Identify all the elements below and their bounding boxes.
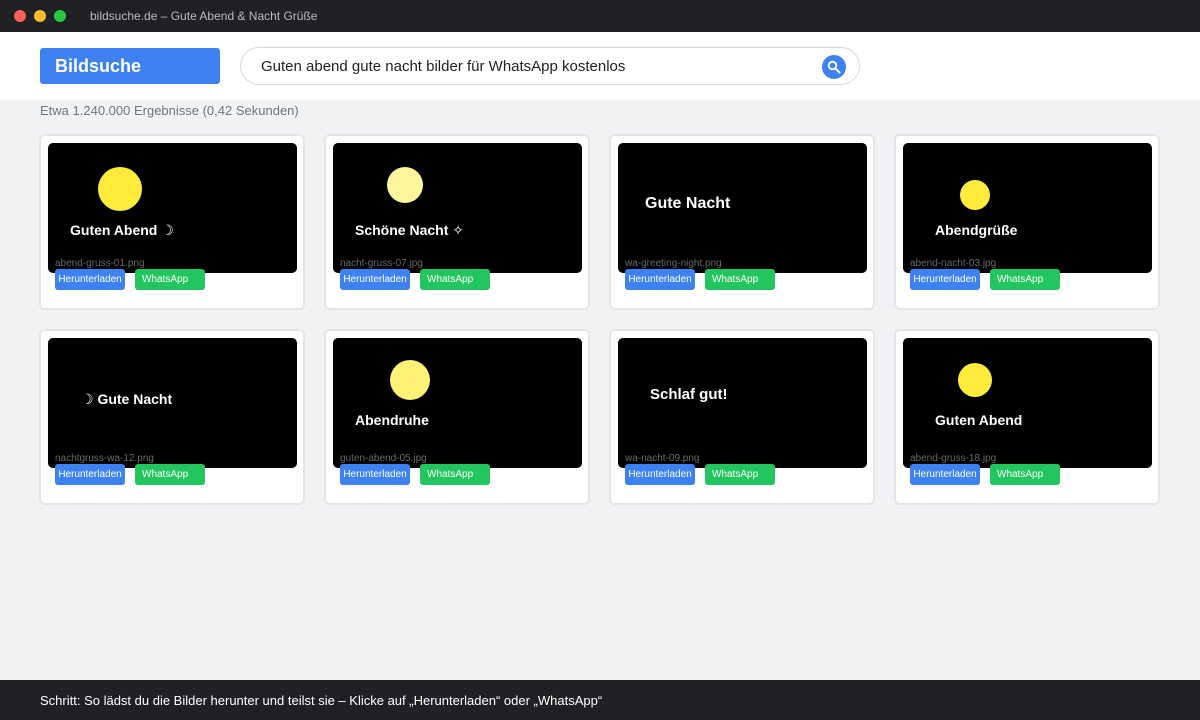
result-card: Abendgrüße abend-nacht-03.jpg Herunterla… — [894, 134, 1160, 310]
result-card: Gute Nacht wa-greeting-night.png Herunte… — [609, 134, 875, 310]
whatsapp-button[interactable]: WhatsApp — [990, 464, 1060, 485]
image-caption: Abendruhe — [355, 412, 429, 428]
window-title: bildsuche.de – Gute Abend & Nacht Grüße — [90, 9, 318, 23]
result-image[interactable]: Guten Abend ☽ abend-gruss-01.png — [48, 143, 297, 273]
whatsapp-button[interactable]: WhatsApp — [420, 464, 490, 485]
window-titlebar: bildsuche.de – Gute Abend & Nacht Grüße — [0, 0, 1200, 32]
result-card: ☽ Gute Nacht nachtgruss-wa-12.png Herunt… — [39, 329, 305, 505]
download-button[interactable]: Herunterladen — [340, 464, 410, 485]
result-image[interactable]: Guten Abend abend-gruss-18.jpg — [903, 338, 1152, 468]
whatsapp-button[interactable]: WhatsApp — [705, 464, 775, 485]
whatsapp-button[interactable]: WhatsApp — [135, 269, 205, 290]
result-image[interactable]: Schlaf gut! wa-nacht-09.png — [618, 338, 867, 468]
result-image[interactable]: Abendgrüße abend-nacht-03.jpg — [903, 143, 1152, 273]
moon-circle — [960, 180, 990, 210]
search-icon — [827, 60, 841, 74]
search-box[interactable]: Guten abend gute nacht bilder für WhatsA… — [240, 47, 860, 85]
result-image[interactable]: Abendruhe guten-abend-05.jpg — [333, 338, 582, 468]
whatsapp-button[interactable]: WhatsApp — [705, 269, 775, 290]
result-card: Schöne Nacht ✧ nacht-gruss-07.jpg Herunt… — [324, 134, 590, 310]
image-filename: nachtgruss-wa-12.png — [55, 453, 154, 464]
download-button[interactable]: Herunterladen — [340, 269, 410, 290]
search-button[interactable] — [822, 55, 846, 79]
image-caption: Schöne Nacht ✧ — [355, 222, 464, 238]
image-caption: Guten Abend ☽ — [70, 222, 174, 238]
result-card: Guten Abend abend-gruss-18.jpg Herunterl… — [894, 329, 1160, 505]
download-button[interactable]: Herunterladen — [625, 269, 695, 290]
result-image[interactable]: ☽ Gute Nacht nachtgruss-wa-12.png — [48, 338, 297, 468]
result-card: Schlaf gut! wa-nacht-09.png Herunterlade… — [609, 329, 875, 505]
image-filename: abend-gruss-18.jpg — [910, 453, 997, 464]
image-filename: guten-abend-05.jpg — [340, 453, 427, 464]
maximize-window-button[interactable] — [54, 10, 66, 22]
image-filename: abend-gruss-01.png — [55, 258, 145, 269]
search-input[interactable]: Guten abend gute nacht bilder für WhatsA… — [261, 58, 625, 75]
result-card: Guten Abend ☽ abend-gruss-01.png Herunte… — [39, 134, 305, 310]
moon-circle — [958, 363, 992, 397]
result-image[interactable]: Gute Nacht wa-greeting-night.png — [618, 143, 867, 273]
result-card: Abendruhe guten-abend-05.jpg Herunterlad… — [324, 329, 590, 505]
image-caption: Schlaf gut! — [650, 386, 728, 403]
download-button[interactable]: Herunterladen — [910, 464, 980, 485]
footer-instruction: Schritt: So lädst du die Bilder herunter… — [40, 693, 603, 708]
image-filename: abend-nacht-03.jpg — [910, 258, 997, 269]
download-button[interactable]: Herunterladen — [625, 464, 695, 485]
search-header: Bildsuche Guten abend gute nacht bilder … — [0, 32, 1200, 100]
close-window-button[interactable] — [14, 10, 26, 22]
moon-circle — [390, 360, 430, 400]
moon-circle — [98, 167, 142, 211]
image-caption: Abendgrüße — [935, 222, 1018, 238]
site-logo[interactable]: Bildsuche — [40, 48, 220, 84]
download-button[interactable]: Herunterladen — [910, 269, 980, 290]
result-image[interactable]: Schöne Nacht ✧ nacht-gruss-07.jpg — [333, 143, 582, 273]
download-button[interactable]: Herunterladen — [55, 269, 125, 290]
image-caption: ☽ Gute Nacht — [81, 391, 173, 407]
moon-circle — [387, 167, 423, 203]
image-caption: Guten Abend — [935, 412, 1023, 428]
image-filename: wa-greeting-night.png — [625, 258, 722, 269]
whatsapp-button[interactable]: WhatsApp — [990, 269, 1060, 290]
download-button[interactable]: Herunterladen — [55, 464, 125, 485]
result-stats: Etwa 1.240.000 Ergebnisse (0,42 Sekunden… — [40, 103, 299, 118]
instruction-footer: Schritt: So lädst du die Bilder herunter… — [0, 680, 1200, 720]
whatsapp-button[interactable]: WhatsApp — [420, 269, 490, 290]
whatsapp-button[interactable]: WhatsApp — [135, 464, 205, 485]
image-filename: wa-nacht-09.png — [625, 453, 700, 464]
image-filename: nacht-gruss-07.jpg — [340, 258, 423, 269]
image-caption: Gute Nacht — [645, 195, 731, 212]
minimize-window-button[interactable] — [34, 10, 46, 22]
